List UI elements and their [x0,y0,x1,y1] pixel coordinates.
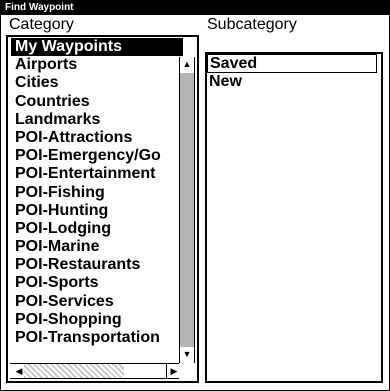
arrow-left-icon[interactable]: ◀ [12,364,26,378]
category-item[interactable]: Airports [11,56,183,74]
category-item[interactable]: POI-Emergency/Go [11,147,183,165]
subcategory-item[interactable]: New [207,73,381,90]
category-item[interactable]: Countries [11,93,183,111]
category-list[interactable]: My Waypoints Airports Cities Countries Landm… [6,35,199,383]
scroll-corner [179,363,195,379]
horizontal-scrollbar[interactable] [10,363,180,379]
vertical-scroll-thumb[interactable] [180,73,194,357]
category-item[interactable]: POI-Attractions [11,129,183,147]
category-header: Category [9,16,74,33]
arrow-down-icon[interactable]: ▼ [180,347,194,361]
category-item[interactable]: POI-Marine [11,238,183,256]
category-item[interactable]: POI-Entertainment [11,165,183,183]
category-item[interactable]: POI-Lodging [11,220,183,238]
category-item[interactable]: POI-Transportation [11,329,183,347]
category-item[interactable]: POI-Hunting [11,202,183,220]
find-waypoint-window: Find Waypoint Category Subcategory My Wa… [0,0,390,391]
category-item[interactable]: POI-Sports [11,274,183,292]
subcategory-item[interactable]: Saved [207,54,377,73]
window-title: Find Waypoint [1,1,389,15]
category-item[interactable]: My Waypoints [11,38,183,57]
horizontal-scroll-thumb[interactable] [24,364,124,378]
category-item[interactable]: POI-Shopping [11,311,183,329]
category-item[interactable]: Cities [11,74,183,92]
category-items: My Waypoints Airports Cities Countries Landm… [11,38,183,364]
category-item[interactable]: POI-Restaurants [11,256,183,274]
arrow-up-icon[interactable]: ▲ [180,57,194,71]
subcategory-list[interactable]: Saved New [205,52,383,383]
category-item[interactable]: POI-Fishing [11,184,183,202]
subcategory-header: Subcategory [207,16,297,33]
vertical-scrollbar[interactable] [179,57,195,365]
category-item[interactable]: Landmarks [11,111,183,129]
category-item[interactable]: POI-Services [11,293,183,311]
